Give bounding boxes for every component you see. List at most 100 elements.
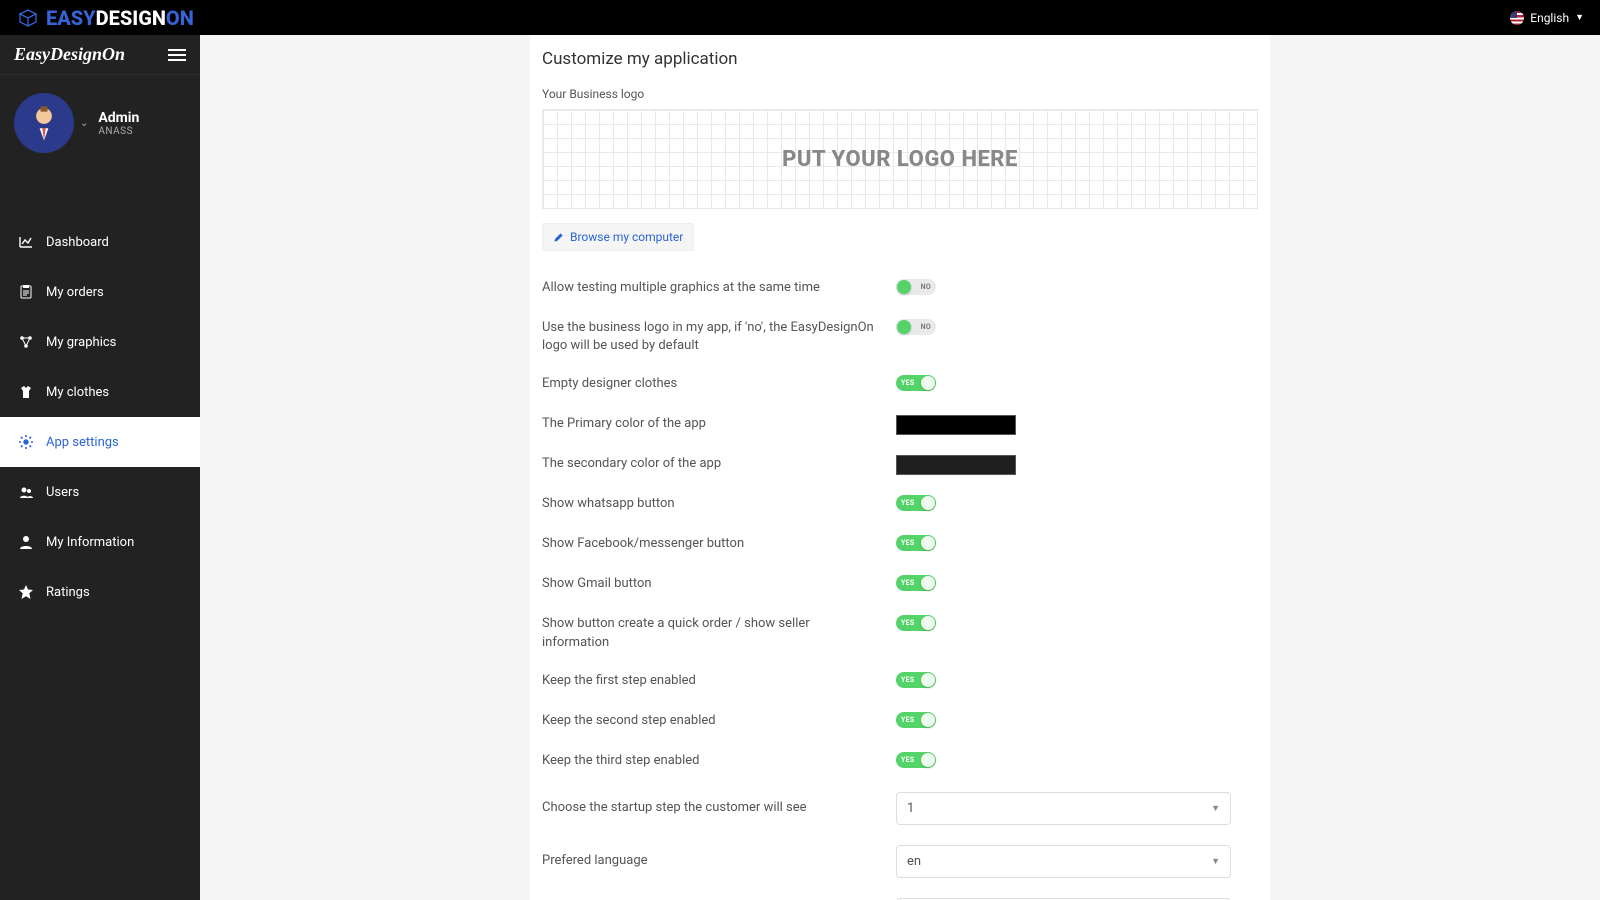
toggle-text: YES — [901, 495, 914, 511]
setting-control: YES — [896, 575, 1258, 595]
toggle-switch[interactable]: YES — [896, 672, 936, 688]
toggle-text: NO — [921, 319, 931, 335]
vector-icon — [18, 334, 34, 350]
select-dropdown[interactable]: 1▼ — [896, 792, 1231, 825]
toggle-knob — [897, 320, 911, 334]
pencil-icon — [553, 232, 564, 243]
setting-label: Allow testing multiple graphics at the s… — [542, 279, 896, 297]
toggle-text: YES — [901, 712, 914, 728]
setting-label: Keep the third step enabled — [542, 752, 896, 770]
setting-label: Show Gmail button — [542, 575, 896, 593]
toggle-switch[interactable]: YES — [896, 752, 936, 768]
sidebar-item-label: My clothes — [46, 385, 109, 400]
toggle-switch[interactable]: YES — [896, 535, 936, 551]
sidebar-item-app-settings[interactable]: App settings — [0, 417, 200, 467]
logo-placeholder-text: PUT YOUR LOGO HERE — [782, 147, 1018, 172]
caret-down-icon: ▼ — [1211, 856, 1220, 867]
sidebar-item-dashboard[interactable]: Dashboard — [0, 217, 200, 267]
sidebar-item-ratings[interactable]: Ratings — [0, 567, 200, 617]
toggle-text: YES — [901, 672, 914, 688]
toggle-switch[interactable]: YES — [896, 575, 936, 591]
setting-row: Prefered languageen▼ — [542, 845, 1258, 878]
toggle-switch[interactable]: YES — [896, 615, 936, 631]
sidebar-item-users[interactable]: Users — [0, 467, 200, 517]
setting-control — [896, 455, 1258, 475]
setting-label: The secondary color of the app — [542, 455, 896, 473]
sidebar-item-graphics[interactable]: My graphics — [0, 317, 200, 367]
setting-control: YES — [896, 535, 1258, 555]
toggle-knob — [921, 376, 935, 390]
setting-label: Show button create a quick order / show … — [542, 615, 896, 651]
sidebar-item-label: Users — [46, 485, 79, 500]
setting-label: Use the business logo in my app, if 'no'… — [542, 319, 896, 355]
language-selector[interactable]: English ▼ — [1510, 11, 1584, 25]
chevron-down-icon: ⌄ — [80, 118, 88, 129]
toggle-knob — [921, 753, 935, 767]
toggle-knob — [921, 496, 935, 510]
setting-row: Keep the second step enabledYES — [542, 712, 1258, 732]
user-subname: ANASS — [98, 126, 139, 137]
brand-logo: EASYDESIGNON — [16, 6, 194, 30]
select-dropdown[interactable]: en ▼ — [896, 845, 1231, 878]
browse-button-label: Browse my computer — [570, 230, 683, 244]
toggle-text: YES — [901, 535, 914, 551]
sidebar-item-label: My graphics — [46, 335, 116, 350]
color-swatch[interactable] — [896, 455, 1016, 475]
browse-button[interactable]: Browse my computer — [542, 223, 694, 251]
setting-row: Show Facebook/messenger buttonYES — [542, 535, 1258, 555]
caret-down-icon: ▼ — [1575, 12, 1584, 23]
gear-icon — [18, 434, 34, 450]
caret-down-icon: ▼ — [1211, 803, 1220, 814]
menu-toggle-button[interactable] — [168, 46, 186, 64]
clipboard-icon — [18, 284, 34, 300]
toggle-text: YES — [901, 615, 914, 631]
toggle-switch[interactable]: NO — [896, 319, 936, 335]
setting-control: YES — [896, 375, 1258, 395]
setting-control: en ▼ — [896, 845, 1258, 878]
setting-label: Show whatsapp button — [542, 495, 896, 513]
sidebar-item-orders[interactable]: My orders — [0, 267, 200, 317]
setting-control: YES — [896, 615, 1258, 635]
setting-row: Allow testing multiple graphics at the s… — [542, 279, 1258, 299]
chart-line-icon — [18, 234, 34, 250]
topbar: EASYDESIGNON English ▼ — [0, 0, 1600, 35]
setting-label: Choose the startup step the customer wil… — [542, 799, 896, 817]
cube-icon — [16, 6, 40, 30]
brand-design: DESIGN — [96, 6, 166, 30]
setting-control: NO — [896, 319, 1258, 339]
setting-control: YES — [896, 752, 1258, 772]
setting-row: Keep the third step enabled YES — [542, 752, 1258, 772]
select-value: en — [907, 854, 921, 869]
toggle-switch[interactable]: YES — [896, 495, 936, 511]
brand-on: ON — [166, 6, 194, 30]
color-swatch[interactable] — [896, 415, 1016, 435]
sidebar-item-clothes[interactable]: My clothes — [0, 367, 200, 417]
sidebar-item-my-info[interactable]: My Information — [0, 517, 200, 567]
language-label: English — [1530, 11, 1569, 25]
toggle-switch[interactable]: NO — [896, 279, 936, 295]
setting-row: Use the business logo in my app, if 'no'… — [542, 319, 1258, 355]
toggle-switch[interactable]: YES — [896, 712, 936, 728]
toggle-knob — [897, 280, 911, 294]
setting-row: Show whatsapp button YES — [542, 495, 1258, 515]
brand-easy: EASY — [46, 6, 96, 30]
tshirt-icon — [18, 384, 34, 400]
logo-dropzone[interactable]: PUT YOUR LOGO HERE — [542, 109, 1258, 209]
settings-card: Customize my application Your Business l… — [530, 35, 1270, 900]
avatar-icon — [14, 93, 74, 153]
setting-row: The secondary color of the app — [542, 455, 1258, 475]
setting-label: Keep the first step enabled — [542, 672, 896, 690]
setting-row: Keep the first step enabled YES — [542, 672, 1258, 692]
sidebar-item-label: Dashboard — [46, 235, 109, 250]
setting-control: YES — [896, 712, 1258, 732]
toggle-text: YES — [901, 752, 914, 768]
sidebar: EasyDesignOn ⌄ Admin ANASS Dashboard My … — [0, 35, 200, 900]
user-block[interactable]: ⌄ Admin ANASS — [0, 75, 200, 177]
toggle-knob — [921, 576, 935, 590]
setting-label: Empty designer clothes — [542, 375, 896, 393]
sidebar-brand: EasyDesignOn — [14, 44, 125, 65]
sidebar-item-label: App settings — [46, 435, 119, 450]
toggle-switch[interactable]: YES — [896, 375, 936, 391]
user-icon — [18, 534, 34, 550]
setting-control: YES — [896, 672, 1258, 692]
